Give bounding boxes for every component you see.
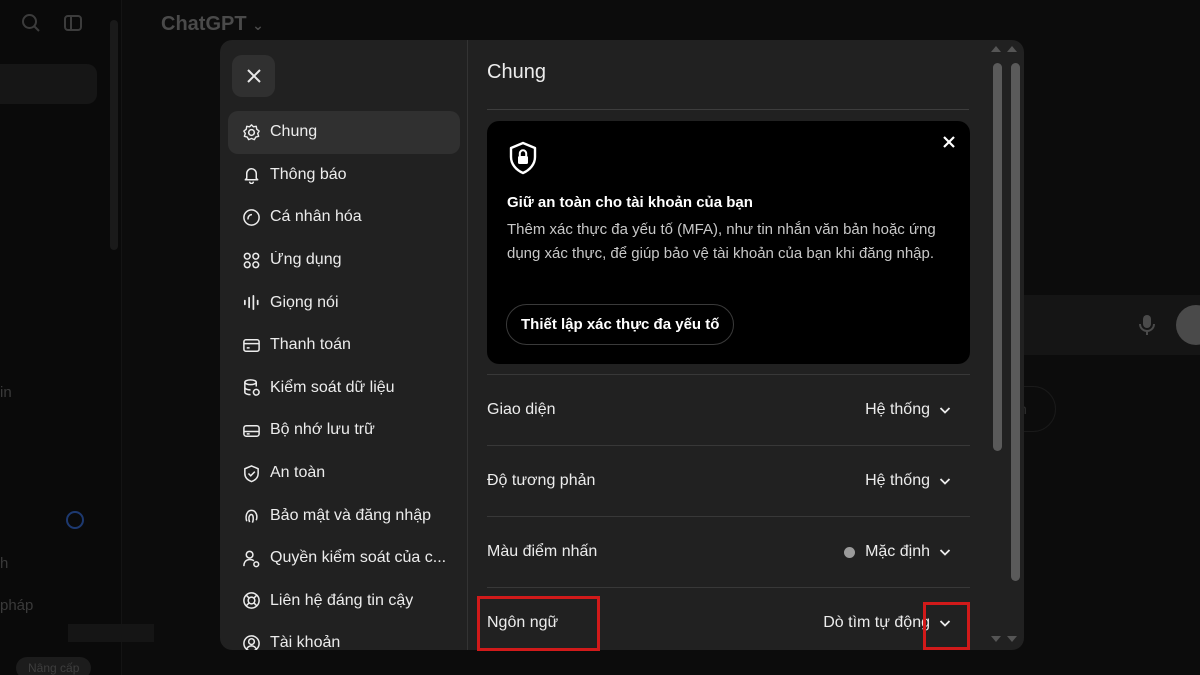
shield-lock-icon bbox=[507, 141, 539, 175]
settings-nav-list: Chung Thông báo Cá nhân hóa Ứng dụng Giọ… bbox=[228, 111, 460, 650]
nav-item-label: Cá nhân hóa bbox=[270, 208, 362, 226]
color-dot-icon bbox=[844, 546, 856, 558]
close-icon[interactable] bbox=[940, 133, 958, 151]
nav-item-storage[interactable]: Bộ nhớ lưu trữ bbox=[228, 409, 460, 452]
close-button[interactable] bbox=[232, 55, 275, 97]
credit-card-icon bbox=[241, 335, 261, 355]
accent-color-dropdown[interactable]: Mặc định bbox=[844, 543, 970, 561]
nav-item-label: Giọng nói bbox=[270, 293, 339, 311]
setting-value: Hệ thống bbox=[865, 401, 930, 418]
database-icon bbox=[241, 378, 261, 398]
nav-item-billing[interactable]: Thanh toán bbox=[228, 324, 460, 367]
setting-value: Dò tìm tự động bbox=[823, 614, 930, 631]
upgrade-button[interactable]: Nâng cấp bbox=[16, 657, 92, 675]
highlight-language-label bbox=[477, 596, 600, 651]
scroll-down-arrow-icon[interactable] bbox=[991, 636, 1001, 642]
nav-item-security-login[interactable]: Bảo mật và đăng nhập bbox=[228, 494, 460, 537]
security-card: Giữ an toàn cho tài khoản của bạn Thêm x… bbox=[487, 121, 970, 364]
close-icon bbox=[246, 69, 261, 83]
microphone-icon[interactable] bbox=[1136, 313, 1158, 337]
nav-item-personalization[interactable]: Cá nhân hóa bbox=[228, 196, 460, 239]
nav-item-label: An toàn bbox=[270, 464, 326, 482]
nav-item-label: Liên hệ đáng tin cậy bbox=[270, 591, 414, 609]
setting-row-contrast: Độ tương phản Hệ thống bbox=[487, 445, 970, 516]
lifebuoy-icon bbox=[241, 591, 261, 611]
scroll-down-arrow-icon[interactable] bbox=[1007, 636, 1017, 642]
user-circle-icon bbox=[241, 633, 261, 650]
background-scrollbar bbox=[110, 20, 118, 250]
appearance-dropdown[interactable]: Hệ thống bbox=[865, 401, 970, 419]
background-selected-item[interactable] bbox=[0, 64, 97, 104]
nav-item-trusted-contacts[interactable]: Liên hệ đáng tin cậy bbox=[228, 580, 460, 623]
scrollbar[interactable] bbox=[990, 45, 1024, 645]
security-card-description: Thêm xác thực đa yếu tố (MFA), như tin n… bbox=[507, 221, 936, 262]
nav-item-parental-controls[interactable]: Quyền kiểm soát của c... bbox=[228, 537, 460, 580]
scroll-thumb[interactable] bbox=[993, 63, 1002, 451]
background-text-fragment: in bbox=[0, 384, 12, 401]
scroll-up-arrow-icon[interactable] bbox=[1007, 46, 1017, 52]
sidebar-toggle-icon[interactable] bbox=[62, 12, 84, 34]
app-title[interactable]: ChatGPT ⌄ bbox=[161, 13, 264, 36]
settings-content: Chung Giữ an toàn cho tài khoản của bạn … bbox=[469, 40, 1024, 650]
contrast-dropdown[interactable]: Hệ thống bbox=[865, 472, 970, 490]
fingerprint-icon bbox=[241, 506, 261, 526]
highlight-language-chevron bbox=[923, 602, 970, 650]
nav-item-label: Chung bbox=[270, 123, 318, 141]
nav-item-voice[interactable]: Giọng nói bbox=[228, 281, 460, 324]
shield-check-icon bbox=[241, 463, 261, 483]
scroll-thumb[interactable] bbox=[1011, 63, 1020, 581]
chevron-down-icon bbox=[939, 549, 951, 556]
nav-item-label: Ứng dụng bbox=[270, 251, 342, 269]
nav-item-label: Kiểm soát dữ liệu bbox=[270, 378, 395, 396]
nav-item-label: Bảo mật và đăng nhập bbox=[270, 506, 432, 524]
nav-item-label: Thông báo bbox=[270, 165, 347, 183]
background-text-fragment: pháp bbox=[0, 597, 34, 614]
nav-item-account[interactable]: Tài khoản bbox=[228, 622, 460, 650]
divider bbox=[487, 109, 969, 110]
nav-item-data-controls[interactable]: Kiểm soát dữ liệu bbox=[228, 367, 460, 410]
setting-value: Mặc định bbox=[865, 543, 930, 560]
storage-icon bbox=[241, 420, 261, 440]
nav-item-label: Tài khoản bbox=[270, 634, 341, 650]
gear-icon bbox=[241, 122, 261, 142]
nav-item-label: Thanh toán bbox=[270, 336, 351, 354]
search-icon[interactable] bbox=[20, 12, 42, 34]
setup-mfa-button[interactable]: Thiết lập xác thực đa yếu tố bbox=[506, 304, 735, 345]
nav-item-label: Quyền kiểm soát của c... bbox=[270, 549, 447, 567]
background-bar bbox=[68, 624, 154, 642]
settings-modal: Chung Thông báo Cá nhân hóa Ứng dụng Giọ… bbox=[220, 40, 1024, 650]
personalization-icon bbox=[241, 207, 261, 227]
nav-item-safety[interactable]: An toàn bbox=[228, 452, 460, 495]
setting-label: Giao diện bbox=[487, 401, 556, 418]
page-title: Chung bbox=[487, 61, 546, 83]
setting-value: Hệ thống bbox=[865, 472, 930, 489]
setting-label: Độ tương phản bbox=[487, 472, 596, 489]
setting-label: Màu điểm nhấn bbox=[487, 543, 598, 560]
scroll-up-arrow-icon[interactable] bbox=[991, 46, 1001, 52]
background-text-fragment: h bbox=[0, 555, 9, 572]
nav-item-apps[interactable]: Ứng dụng bbox=[228, 239, 460, 282]
security-card-title: Giữ an toàn cho tài khoản của bạn bbox=[507, 194, 753, 211]
nav-item-general[interactable]: Chung bbox=[228, 111, 460, 154]
bell-icon bbox=[241, 165, 261, 185]
background-sidebar: in h pháp Nâng cấp bbox=[0, 0, 154, 675]
nav-item-label: Bộ nhớ lưu trữ bbox=[270, 421, 375, 439]
chevron-down-icon bbox=[939, 407, 951, 414]
chevron-down-icon bbox=[939, 478, 951, 485]
waveform-icon bbox=[241, 293, 261, 313]
parental-control-icon bbox=[241, 548, 261, 568]
setting-row-appearance: Giao diện Hệ thống bbox=[487, 374, 970, 445]
settings-nav: Chung Thông báo Cá nhân hóa Ứng dụng Giọ… bbox=[220, 40, 468, 650]
nav-item-notifications[interactable]: Thông báo bbox=[228, 154, 460, 197]
status-ring-icon bbox=[66, 511, 84, 529]
apps-grid-icon bbox=[241, 250, 261, 270]
setting-row-accent-color: Màu điểm nhấn Mặc định bbox=[487, 516, 970, 587]
